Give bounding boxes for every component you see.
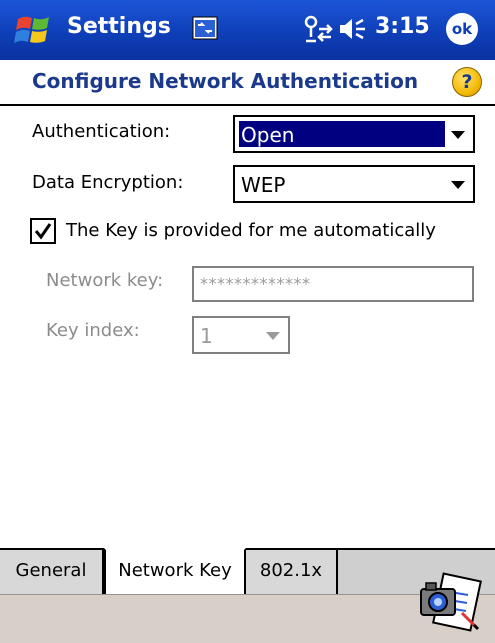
clock[interactable]: 3:15 [375,14,430,39]
network-key-value: ************* [200,274,311,293]
network-key-field[interactable]: ************* [192,266,474,302]
key-index-dropdown[interactable]: 1 [192,316,290,354]
chevron-down-icon [451,181,465,189]
ok-button[interactable]: ok [446,13,478,45]
key-index-value: 1 [200,324,213,348]
checkmark-icon [34,223,52,240]
input-panel-icon[interactable] [418,571,482,633]
title-bar: Settings 3:15 ok [0,0,495,60]
encryption-dropdown[interactable]: WEP [233,165,475,203]
key-index-label: Key index: [46,320,140,341]
auto-key-checkbox[interactable] [30,218,56,244]
windows-flag-icon[interactable] [14,10,54,50]
header-divider [0,104,495,106]
tab-network-key[interactable]: Network Key [104,548,246,594]
auto-key-label[interactable]: The Key is provided for me automatically [66,220,436,241]
network-key-label: Network key: [46,270,164,291]
app-title: Settings [67,14,171,39]
help-icon[interactable]: ? [452,67,482,97]
speaker-icon[interactable] [338,16,368,42]
chevron-down-icon [266,332,280,340]
page-title: Configure Network Authentication [32,69,419,93]
connectivity-icon[interactable] [302,15,334,43]
authentication-label: Authentication: [32,121,171,142]
encryption-value: WEP [241,173,286,197]
tab-802-1x[interactable]: 802.1x [246,550,338,594]
settings-panel-icon [192,16,218,40]
tab-general[interactable]: General [0,550,104,594]
encryption-label: Data Encryption: [32,172,184,193]
authentication-value: Open [239,121,445,147]
authentication-dropdown[interactable]: Open [233,115,475,153]
chevron-down-icon [451,131,465,139]
